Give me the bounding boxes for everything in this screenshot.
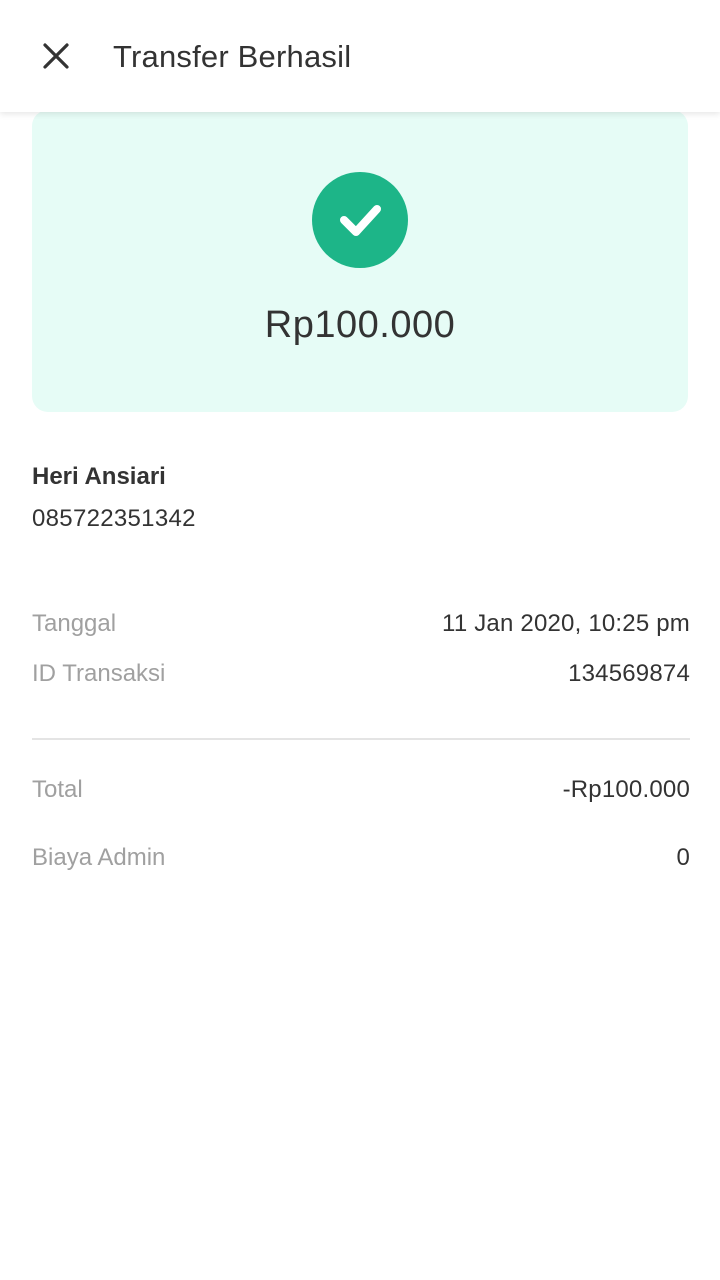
transaction-id-row: ID Transaksi 134569874 <box>32 656 690 692</box>
app-bar: Transfer Berhasil <box>0 0 720 112</box>
recipient-name: Heri Ansiari <box>32 463 166 490</box>
transfer-amount: Rp100.000 <box>264 304 456 346</box>
page-title: Transfer Berhasil <box>113 39 352 74</box>
divider <box>32 738 690 740</box>
total-value: -Rp100.000 <box>562 776 690 803</box>
checkmark-icon <box>340 205 381 236</box>
check-circle-icon <box>312 172 408 268</box>
recipient-phone: 085722351342 <box>32 505 196 532</box>
admin-fee-row: Biaya Admin 0 <box>32 840 690 876</box>
total-label: Total <box>32 776 83 803</box>
admin-fee-value: 0 <box>676 844 690 871</box>
admin-fee-label: Biaya Admin <box>32 844 166 871</box>
success-card: Rp100.000 <box>32 110 688 412</box>
date-value: 11 Jan 2020, 10:25 pm <box>442 610 690 637</box>
transaction-id-value: 134569874 <box>568 660 690 687</box>
close-icon <box>43 43 69 69</box>
close-button[interactable] <box>24 24 88 88</box>
transaction-id-label: ID Transaksi <box>32 660 166 687</box>
date-label: Tanggal <box>32 610 117 637</box>
total-row: Total -Rp100.000 <box>32 772 690 808</box>
date-row: Tanggal 11 Jan 2020, 10:25 pm <box>32 606 690 642</box>
